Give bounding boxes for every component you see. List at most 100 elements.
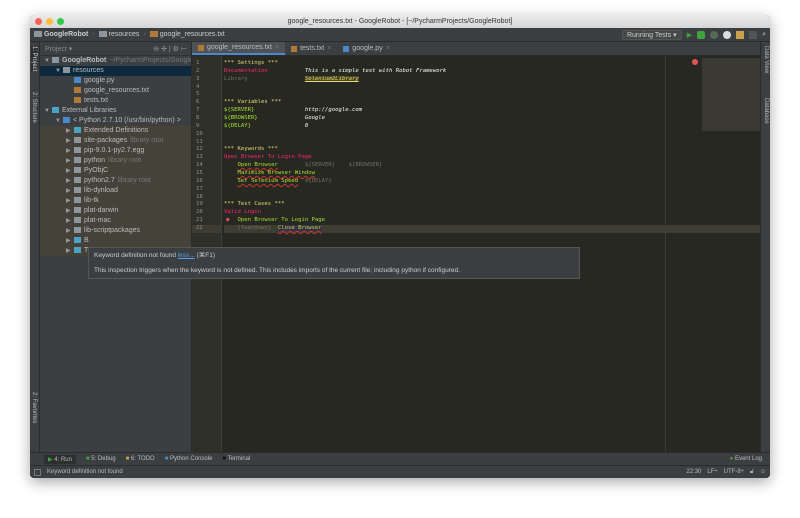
code-line[interactable] — [224, 186, 760, 194]
database-tool-tab[interactable]: Database — [763, 98, 769, 124]
code-line[interactable]: Open Browser To Login Page — [224, 154, 760, 162]
project-view-select[interactable]: Project ▾ — [45, 45, 72, 53]
code-line[interactable]: *** Keywords *** — [224, 146, 760, 154]
project-tool-tab[interactable]: 1: Project — [31, 46, 37, 72]
tree-item[interactable]: ▼ GoogleRobot~/PycharmProjects/GoogleRobo… — [40, 56, 191, 66]
code-line[interactable] — [224, 84, 760, 92]
code-line[interactable]: ${SERVER} http://google.com — [224, 107, 760, 115]
close-window-button[interactable] — [35, 18, 42, 25]
encoding-select[interactable]: UTF-8÷ — [724, 469, 744, 475]
editor-tab[interactable]: google_resources.txt × — [192, 41, 286, 55]
breadcrumb-item[interactable]: resources — [98, 31, 139, 38]
search-icon[interactable]: ⌕ — [762, 31, 766, 39]
code-line[interactable]: Set Selenium Speed ${DELAY} — [224, 178, 760, 186]
code-line[interactable]: ${BROWSER} Google — [224, 115, 760, 123]
expand-arrow-icon[interactable]: ▼ — [55, 116, 63, 126]
tree-item[interactable]: ▶ lib-scriptpackages — [40, 226, 191, 236]
tree-item[interactable]: ▶ python library root — [40, 156, 191, 166]
breadcrumb-item[interactable]: GoogleRobot — [34, 31, 88, 38]
code-line[interactable]: Documentation This is a simple test with… — [224, 68, 760, 76]
code-line[interactable]: Open Browser ${SERVER} ${BROWSER} — [224, 162, 760, 170]
structure-tool-tab[interactable]: 2: Structure — [31, 92, 37, 123]
stop-icon[interactable] — [749, 31, 758, 39]
run-icon[interactable]: ▶ — [687, 31, 692, 39]
profile-icon[interactable] — [723, 31, 732, 39]
intention-bulb-icon[interactable]: ● — [226, 217, 229, 225]
tree-item[interactable]: ▶ Extended Definitions — [40, 126, 191, 136]
expand-arrow-icon[interactable]: ▼ — [55, 66, 63, 76]
minimize-window-button[interactable] — [46, 18, 53, 25]
code-line[interactable]: *** Test Cases *** — [224, 201, 760, 209]
expand-arrow-icon[interactable]: ▼ — [44, 56, 52, 66]
code-line[interactable]: *** Variables *** — [224, 99, 760, 107]
expand-arrow-icon[interactable]: ▶ — [66, 196, 74, 206]
event-log-button[interactable]: ● Event Log — [730, 456, 762, 462]
expand-arrow-icon[interactable]: ▶ — [66, 156, 74, 166]
code-line[interactable]: ● Open Browser To Login Page — [224, 217, 760, 225]
tool-window-todo[interactable]: ■ 6: TODO — [126, 456, 155, 462]
error-indicator-icon[interactable] — [692, 59, 698, 65]
expand-arrow-icon[interactable]: ▶ — [66, 226, 74, 236]
less-link[interactable]: less... — [178, 252, 195, 259]
caret-position[interactable]: 22:30 — [686, 469, 701, 475]
code-line[interactable]: [Teardown] Close Browser — [224, 225, 760, 233]
editor-tab[interactable]: google.py × — [337, 42, 395, 55]
coverage-icon[interactable] — [710, 31, 719, 39]
tree-item[interactable]: ▶ plat-darwin — [40, 206, 191, 216]
tree-item[interactable]: ▼ resources — [40, 66, 191, 76]
code-line[interactable]: Maximize Browser Window — [224, 170, 760, 178]
tree-item[interactable]: ▶ pip-9.0.1-py2.7.egg — [40, 146, 191, 156]
expand-arrow-icon[interactable]: ▼ — [44, 106, 52, 116]
tree-item[interactable]: ▼ External Libraries — [40, 106, 191, 116]
expand-arrow-icon[interactable]: ▶ — [66, 216, 74, 226]
tree-item[interactable]: ▶ PyObjC — [40, 166, 191, 176]
tree-item[interactable]: ▶ lib-tk — [40, 196, 191, 206]
code-line[interactable]: *** Settings *** — [224, 60, 760, 68]
expand-arrow-icon[interactable]: ▶ — [66, 136, 74, 146]
code-line[interactable]: Valid Login — [224, 209, 760, 217]
close-tab-icon[interactable]: × — [275, 41, 279, 54]
lock-icon[interactable]: 🔓︎ — [750, 469, 754, 476]
code-minimap[interactable] — [702, 58, 760, 131]
tree-item[interactable]: ▼ < Python 2.7.10 (/usr/bin/python) > — [40, 116, 191, 126]
expand-arrow-icon[interactable]: ▶ — [66, 166, 74, 176]
expand-arrow-icon[interactable]: ▶ — [66, 186, 74, 196]
code-line[interactable] — [224, 131, 760, 139]
tree-item[interactable]: ▶ python2.7 library root — [40, 176, 191, 186]
tool-window-debug[interactable]: ■ 5: Debug — [86, 456, 116, 462]
tool-window-python-console[interactable]: ■ Python Console — [165, 456, 213, 462]
tool-window-run[interactable]: ▶ 4: Run — [44, 454, 76, 464]
expand-arrow-icon[interactable]: ▶ — [66, 206, 74, 216]
line-separator-select[interactable]: LF÷ — [707, 469, 717, 475]
toggle-tool-windows-icon[interactable] — [34, 468, 41, 476]
debug-icon[interactable] — [697, 31, 706, 39]
tree-item[interactable]: google_resources.txt — [40, 86, 191, 96]
tree-item[interactable]: ▶ plat-mac — [40, 216, 191, 226]
close-tab-icon[interactable]: × — [386, 42, 390, 55]
expand-arrow-icon[interactable]: ▶ — [66, 176, 74, 186]
run-configuration-select[interactable]: Running Tests ▾ — [621, 30, 682, 40]
code-line[interactable]: Library Selenium2Library — [224, 75, 760, 84]
tree-item[interactable]: ▶ site-packages library root — [40, 136, 191, 146]
code-line[interactable]: ${DELAY} 0 — [224, 123, 760, 131]
tree-item[interactable]: ▶ B — [40, 236, 191, 246]
expand-arrow-icon[interactable]: ▶ — [66, 246, 74, 256]
concurrency-icon[interactable] — [736, 31, 745, 39]
editor-tab[interactable]: tests.txt × — [285, 42, 337, 55]
tree-item[interactable]: tests.txt — [40, 96, 191, 106]
favorites-tool-tab[interactable]: 2: Favorites — [31, 392, 37, 423]
inspector-icon[interactable]: ☺︎ — [760, 469, 766, 475]
tree-item[interactable]: ▶ lib-dynload — [40, 186, 191, 196]
code-line[interactable] — [224, 91, 760, 99]
panel-settings-icon[interactable]: ⊖ ✣ | ⚙ ⊢ — [153, 45, 187, 53]
expand-arrow-icon[interactable]: ▶ — [66, 126, 74, 136]
zoom-window-button[interactable] — [57, 18, 64, 25]
tool-window-terminal[interactable]: ■ Terminal — [222, 456, 250, 462]
tree-item[interactable]: google.py — [40, 76, 191, 86]
code-line[interactable] — [224, 194, 760, 202]
data-view-tool-tab[interactable]: Data View — [763, 46, 769, 73]
breadcrumb-item[interactable]: google_resources.txt — [149, 31, 225, 38]
expand-arrow-icon[interactable]: ▶ — [66, 236, 74, 246]
expand-arrow-icon[interactable]: ▶ — [66, 146, 74, 156]
code-line[interactable] — [224, 139, 760, 147]
